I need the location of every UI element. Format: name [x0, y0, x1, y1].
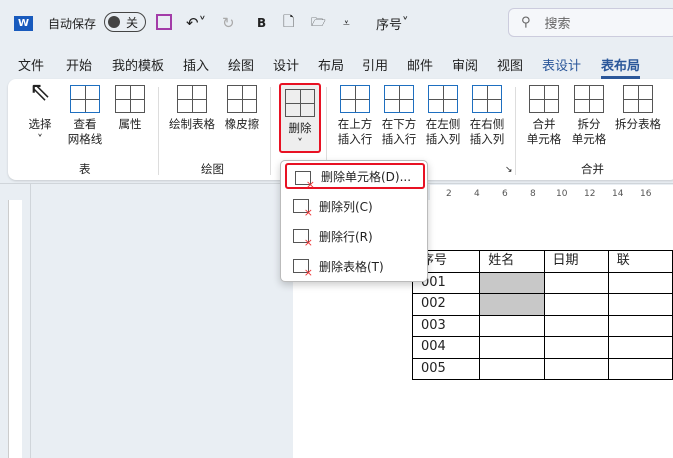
- open-folder-icon[interactable]: 🗁: [311, 10, 326, 36]
- customize-icon[interactable]: ⩡: [343, 10, 350, 36]
- table-row: 002: [411, 293, 673, 316]
- tab-insert[interactable]: 插入: [183, 55, 209, 74]
- insert-right-button[interactable]: 在右侧 插入列: [466, 85, 508, 147]
- table-row: 003: [411, 314, 673, 337]
- table-cell[interactable]: [607, 271, 673, 294]
- group-label-table: 表: [79, 162, 91, 176]
- doc-title[interactable]: 序号 ˅: [376, 10, 409, 36]
- tab-mailings[interactable]: 邮件: [407, 55, 433, 74]
- tab-references[interactable]: 引用: [362, 55, 388, 74]
- grid-icon: [70, 85, 100, 113]
- tab-layout[interactable]: 布局: [318, 55, 344, 74]
- table-cell[interactable]: [543, 357, 609, 380]
- horizontal-ruler[interactable]: 2 4 6 8 10 12 14 16: [430, 185, 673, 203]
- split-cells-icon: [574, 85, 604, 113]
- table-cell[interactable]: [607, 357, 673, 380]
- table-cell[interactable]: 002: [411, 293, 481, 316]
- tab-home[interactable]: 开始: [66, 55, 92, 74]
- tab-draw[interactable]: 绘图: [228, 55, 254, 74]
- menu-item-delete-cells[interactable]: 删除单元格(D)...: [285, 163, 425, 191]
- tab-templates[interactable]: 我的模板: [112, 55, 164, 74]
- tab-table-design[interactable]: 表设计: [542, 55, 581, 74]
- tab-file[interactable]: 文件: [18, 55, 44, 74]
- redo-icon[interactable]: ↻: [222, 10, 235, 36]
- table-row: 004: [411, 336, 673, 359]
- delete-table-icon: [285, 89, 315, 117]
- table-cell[interactable]: 005: [411, 357, 481, 380]
- eraser-button[interactable]: 橡皮擦: [222, 85, 262, 132]
- table-cell[interactable]: [479, 314, 545, 337]
- menu-item-delete-rows[interactable]: 删除行(R): [285, 223, 425, 249]
- tab-design[interactable]: 设计: [273, 55, 299, 74]
- table-header-row: 序号 姓名 日期联: [411, 250, 673, 273]
- table-cell[interactable]: [543, 314, 609, 337]
- word-icon: W: [14, 10, 34, 36]
- dialog-launcher-icon[interactable]: ↘: [505, 165, 513, 175]
- group-label-merge: 合并: [581, 162, 604, 176]
- insert-below-button[interactable]: 在下方 插入行: [378, 85, 420, 147]
- vertical-ruler: [8, 200, 22, 458]
- tab-review[interactable]: 审阅: [452, 55, 478, 74]
- menu-item-delete-table[interactable]: 删除表格(T): [285, 253, 425, 279]
- delete-row-icon: [293, 229, 313, 249]
- bold-icon[interactable]: B: [257, 10, 266, 36]
- table-cell[interactable]: [607, 293, 673, 316]
- table-cell[interactable]: [543, 293, 609, 316]
- document-table[interactable]: 序号 姓名 日期联 001 002 003 004 005: [411, 250, 673, 380]
- table-cell[interactable]: [479, 336, 545, 359]
- cursor-icon: ⇖: [29, 77, 51, 107]
- insert-row-above-icon: [340, 85, 370, 113]
- view-gridlines-button[interactable]: 查看 网格线: [64, 85, 106, 147]
- pencil-icon: [177, 85, 207, 113]
- insert-row-below-icon: [384, 85, 414, 113]
- table-cell-selected[interactable]: [479, 293, 545, 316]
- delete-column-icon: [293, 199, 313, 219]
- table-cell[interactable]: [607, 336, 673, 359]
- new-doc-icon[interactable]: 🗋: [283, 10, 294, 36]
- merge-cells-button[interactable]: 合并 单元格: [522, 85, 566, 147]
- insert-above-button[interactable]: 在上方 插入行: [334, 85, 376, 147]
- table-row: 001: [411, 271, 673, 294]
- delete-cells-icon: [295, 171, 315, 191]
- table-cell[interactable]: 联: [607, 250, 673, 273]
- split-table-icon: [623, 85, 653, 113]
- group-label-draw: 绘图: [201, 162, 224, 176]
- split-table-button[interactable]: 拆分表格: [612, 85, 664, 132]
- draw-table-button[interactable]: 绘制表格: [166, 85, 218, 132]
- eraser-icon: [227, 85, 257, 113]
- table-cell[interactable]: 004: [411, 336, 481, 359]
- table-cell[interactable]: [607, 314, 673, 337]
- insert-left-button[interactable]: 在左侧 插入列: [422, 85, 464, 147]
- table-cell[interactable]: 003: [411, 314, 481, 337]
- menu-item-delete-columns[interactable]: 删除列(C): [285, 193, 425, 219]
- table-cell[interactable]: 姓名: [479, 250, 545, 273]
- table-cell[interactable]: [543, 336, 609, 359]
- properties-icon: [115, 85, 145, 113]
- merge-cells-icon: [529, 85, 559, 113]
- properties-button[interactable]: 属性: [112, 85, 148, 132]
- insert-column-right-icon: [472, 85, 502, 113]
- undo-icon[interactable]: ↶˅: [186, 10, 206, 36]
- insert-column-left-icon: [428, 85, 458, 113]
- delete-dropdown-menu: 删除单元格(D)... 删除列(C) 删除行(R) 删除表格(T): [280, 160, 428, 282]
- table-row: 005: [411, 357, 673, 380]
- delete-button[interactable]: 删除 ˅: [279, 83, 321, 153]
- autosave-toggle[interactable]: 关: [104, 12, 146, 32]
- table-cell[interactable]: 日期: [543, 250, 609, 273]
- delete-table-icon: [293, 259, 313, 279]
- table-cell[interactable]: [479, 357, 545, 380]
- tab-view[interactable]: 视图: [497, 55, 523, 74]
- autosave-label: 自动保存: [48, 16, 97, 31]
- table-cell-selected[interactable]: [479, 271, 545, 294]
- search-icon: ⚲: [521, 15, 531, 30]
- select-button[interactable]: ⇖ 选择 ˅: [22, 77, 58, 147]
- tab-table-layout[interactable]: 表布局: [601, 55, 641, 79]
- table-cell[interactable]: [543, 271, 609, 294]
- search-input[interactable]: ⚲ 搜索: [508, 8, 673, 37]
- split-cells-button[interactable]: 拆分 单元格: [567, 85, 611, 147]
- save-icon[interactable]: [156, 14, 172, 30]
